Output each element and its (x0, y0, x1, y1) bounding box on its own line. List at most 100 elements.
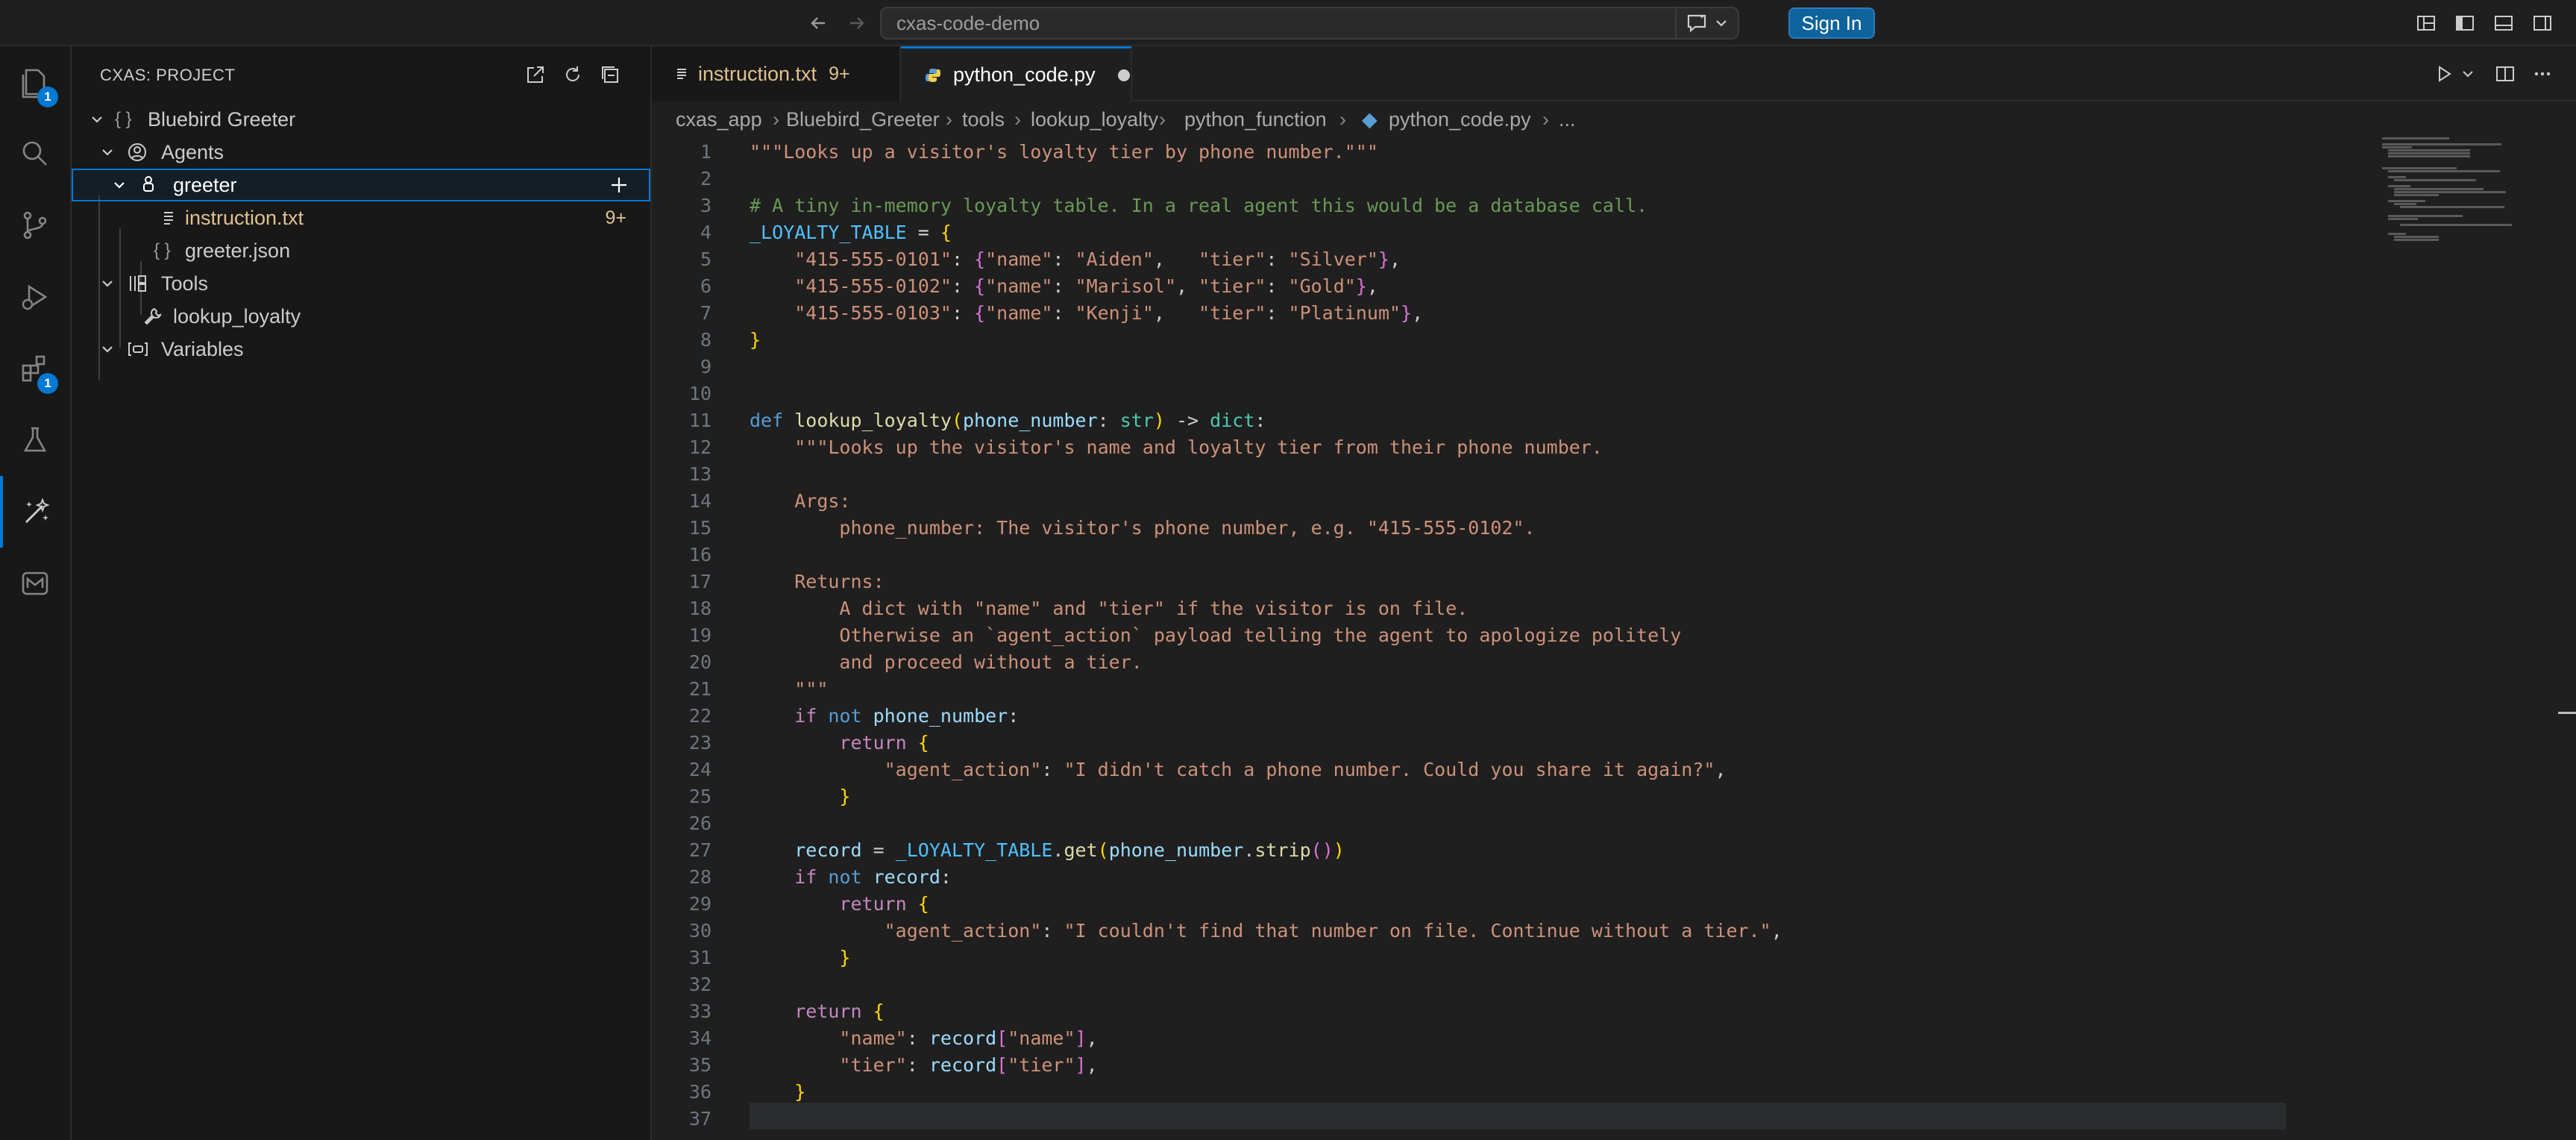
problem-count: 9+ (605, 207, 626, 228)
parameter: phone_number (1108, 839, 1244, 861)
unsaved-dot-icon[interactable] (1117, 69, 1130, 81)
tab-python-code-py[interactable]: python_code.py (901, 46, 1132, 101)
tree-item-greeter-json[interactable]: { } greeter.json (72, 234, 650, 267)
string: "agent_action" (884, 759, 1042, 780)
cxas-agent-builder-icon[interactable] (0, 476, 70, 548)
variable: record (929, 1027, 997, 1049)
breadcrumb-item[interactable]: python_function (1184, 101, 1327, 137)
string: "Gold" (1288, 275, 1356, 297)
string: "name" (985, 248, 1053, 270)
person-icon (127, 136, 148, 169)
tree-item-instruction-txt[interactable]: instruction.txt 9+ (72, 201, 650, 234)
keyword: return (839, 732, 907, 754)
line-number: 19 (688, 624, 711, 646)
code-line-21: """ (750, 676, 828, 703)
extensions-badge: 1 (37, 373, 58, 394)
split-editor-icon[interactable] (2492, 61, 2518, 87)
tree-item-label: Bluebird Greeter (148, 108, 296, 131)
collapse-all-icon[interactable] (597, 61, 623, 88)
tree-item-label: Agents (161, 141, 224, 163)
run-icon[interactable] (2431, 61, 2457, 87)
keyword: not (828, 705, 862, 727)
run-debug-icon[interactable] (0, 261, 70, 333)
code-editor[interactable]: 1 2 3 4 5 6 7 8 9 10 11 12 13 14 15 16 17 18 19 20 21 22 23 24 2… (652, 137, 2576, 1140)
command-center-search[interactable]: cxas-code-demo (880, 7, 1739, 40)
editor-tab-bar: instruction.txt 9+ python_code.py (652, 46, 2576, 101)
variable-icon (127, 333, 149, 366)
open-external-icon[interactable] (522, 61, 549, 88)
string: "name" (839, 1027, 907, 1049)
python-file-icon (925, 67, 941, 84)
breadcrumb-item[interactable]: lookup_loyalty (1031, 101, 1158, 137)
add-icon[interactable] (609, 170, 629, 200)
tree-item-variables[interactable]: Variables (72, 333, 650, 366)
breadcrumb-item[interactable]: cxas_app (676, 101, 762, 137)
line-number: 5 (700, 248, 711, 270)
line-number: 17 (688, 571, 711, 592)
string: "tier" (1199, 248, 1266, 270)
breadcrumb-item[interactable]: ... (1559, 101, 1576, 137)
chevron-right-icon: › (1014, 108, 1021, 131)
source-control-icon[interactable] (0, 190, 70, 261)
function-name: lookup_loyalty (794, 410, 952, 431)
breadcrumb-item[interactable]: python_code.py (1389, 101, 1531, 137)
string: "name" (985, 275, 1053, 297)
toggle-primary-sidebar-icon[interactable] (2452, 10, 2478, 36)
line-number: 27 (688, 839, 711, 861)
chevron-down-icon (112, 170, 127, 200)
chevron-right-icon: › (946, 108, 952, 131)
braces-icon: { } (154, 240, 171, 260)
line-number: 35 (688, 1054, 711, 1076)
line-number: 26 (688, 812, 711, 834)
search-icon[interactable] (0, 118, 70, 190)
line-number: 7 (700, 302, 711, 324)
code-line-30: "agent_action": "I couldn't find that nu… (884, 920, 1782, 942)
code-line-28: if not record: (794, 866, 952, 888)
extensions-icon[interactable]: 1 (0, 333, 70, 404)
keyword: if (794, 866, 817, 888)
more-actions-icon[interactable] (2530, 61, 2555, 87)
code-line-24: "agent_action": "I didn't catch a phone … (884, 759, 1727, 780)
chevron-right-icon: › (1339, 108, 1346, 131)
breadcrumb-item[interactable]: Bluebird_Greeter (786, 101, 940, 137)
string: "Kenji" (1075, 302, 1154, 324)
chevron-down-icon[interactable] (2455, 61, 2481, 87)
back-arrow-icon[interactable] (805, 10, 831, 36)
variable: record (929, 1054, 997, 1076)
forward-arrow-icon[interactable] (844, 10, 870, 36)
braces-icon: { } (115, 109, 132, 129)
tree-item-bluebird-greeter[interactable]: { } Bluebird Greeter (72, 103, 650, 136)
tree-item-agents[interactable]: Agents (72, 136, 650, 169)
parameter: phone_number (873, 705, 1008, 727)
chevron-down-icon[interactable] (1714, 16, 1729, 31)
breadcrumb-item[interactable]: tools (962, 101, 1005, 137)
code-line-15: phone_number: The visitor's phone number… (750, 515, 1535, 542)
wrench-icon (142, 300, 163, 333)
string: "Aiden" (1075, 248, 1154, 270)
tree-item-tools[interactable]: Tools (72, 267, 650, 300)
line-number: 33 (688, 1000, 711, 1022)
tree-item-greeter[interactable]: greeter (72, 169, 650, 201)
sign-in-button[interactable]: Sign In (1788, 7, 1875, 39)
toggle-secondary-sidebar-icon[interactable] (2530, 10, 2555, 36)
keyword: return (794, 1000, 862, 1022)
keyword: return (839, 893, 907, 915)
string: "I couldn't find that number on file. Co… (1064, 920, 1771, 942)
tab-instruction-txt[interactable]: instruction.txt 9+ (652, 46, 901, 101)
code-line-22: if not phone_number: (794, 705, 1020, 727)
line-number: 29 (688, 893, 711, 915)
scrollbar-marker (2558, 712, 2576, 714)
code-line-7: "415-555-0103": {"name": "Kenji", "tier"… (794, 302, 1424, 324)
minimap[interactable] (2382, 137, 2516, 257)
toggle-panel-icon[interactable] (2491, 10, 2516, 36)
explorer-icon[interactable]: 1 (0, 46, 70, 118)
python-file-icon: ◆ (1362, 108, 1377, 131)
customize-layout-icon[interactable] (2413, 10, 2439, 36)
refresh-icon[interactable] (559, 61, 586, 88)
chat-button[interactable] (1675, 8, 1738, 38)
gmail-extension-icon[interactable] (0, 548, 70, 619)
testing-flask-icon[interactable] (0, 404, 70, 476)
line-number: 12 (688, 436, 711, 458)
code-line-36: } (794, 1081, 806, 1103)
tree-item-lookup-loyalty[interactable]: lookup_loyalty (72, 300, 650, 333)
